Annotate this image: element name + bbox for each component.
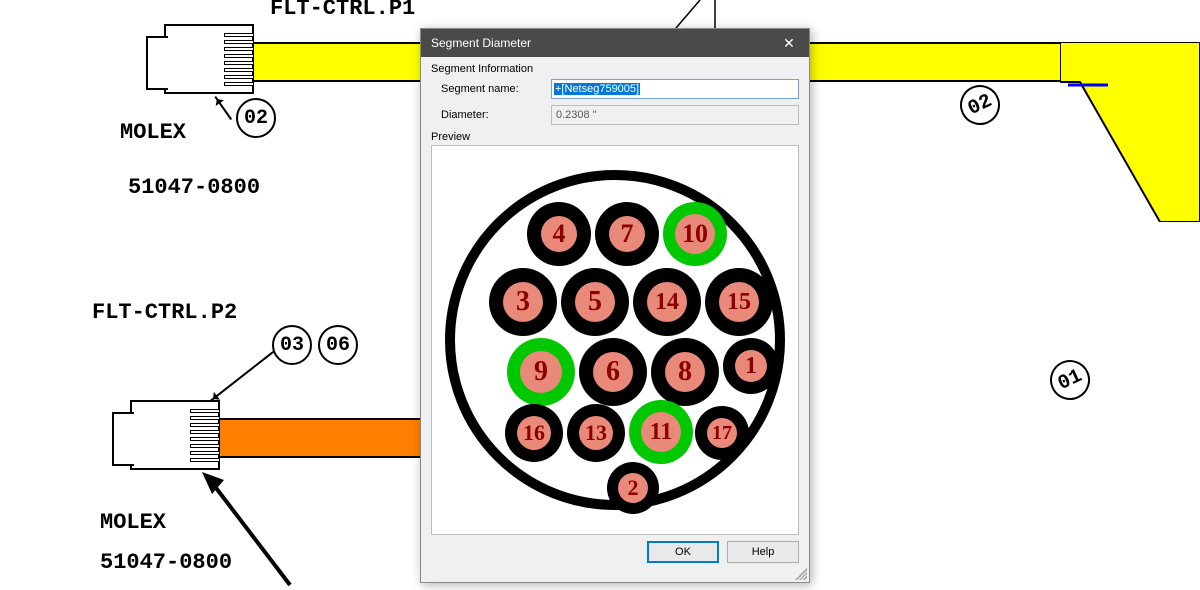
leader — [210, 351, 274, 402]
wire-core-3: 3 — [489, 268, 557, 336]
wire-core-label: 11 — [641, 412, 681, 452]
wire-core-label: 14 — [647, 282, 687, 322]
wire-core-15: 15 — [705, 268, 773, 336]
segment-name-input[interactable]: +[Netseg759005] — [551, 79, 799, 99]
balloon-03: 03 — [272, 325, 312, 365]
wire-core-10: 10 — [663, 202, 727, 266]
balloon-02-a: 02 — [236, 98, 276, 138]
segment-diameter-dialog: Segment Diameter ✕ Segment Information S… — [420, 28, 810, 583]
wire-core-label: 9 — [520, 351, 562, 393]
wire-core-9: 9 — [507, 338, 575, 406]
bundle-ring: 47 10 35 14 15 9681 16 13 11 17 2 — [445, 170, 785, 510]
arrow-annotation — [200, 470, 300, 590]
resize-grip-icon[interactable] — [795, 568, 807, 580]
segment-info-label: Segment Information — [431, 63, 799, 75]
wire-core-label: 3 — [503, 282, 543, 322]
connector-p1-mfr: MOLEX — [120, 120, 186, 145]
ok-button[interactable]: OK — [647, 541, 719, 563]
connector-p2 — [130, 400, 220, 470]
wire-core-16: 16 — [505, 404, 563, 462]
segment-name-label: Segment name: — [441, 83, 551, 95]
wire-core-label: 16 — [517, 416, 551, 450]
wire-core-label: 8 — [665, 352, 705, 392]
preview-area: 47 10 35 14 15 9681 16 13 11 17 2 — [431, 145, 799, 535]
connector-p1-pn: 51047-0800 — [128, 175, 260, 200]
leader — [214, 96, 232, 120]
wire-core-1: 1 — [723, 338, 779, 394]
wire-core-label: 10 — [675, 214, 715, 254]
help-button[interactable]: Help — [727, 541, 799, 563]
wire-core-label: 15 — [719, 282, 759, 322]
wire-core-2: 2 — [607, 462, 659, 514]
wire-core-13: 13 — [567, 404, 625, 462]
diameter-input — [551, 105, 799, 125]
dialog-title: Segment Diameter — [431, 36, 779, 50]
diameter-label: Diameter: — [441, 109, 551, 121]
wire-core-4: 4 — [527, 202, 591, 266]
connector-p2-ref: FLT-CTRL.P2 — [92, 300, 237, 325]
wire-core-label: 1 — [735, 350, 767, 382]
wire-branch — [1060, 42, 1200, 222]
wire-core-label: 7 — [609, 216, 645, 252]
balloon-02-b: 02 — [953, 78, 1006, 131]
wire-core-14: 14 — [633, 268, 701, 336]
wire-core-label: 4 — [541, 216, 577, 252]
wire-core-label: 17 — [707, 418, 737, 448]
wire-core-6: 6 — [579, 338, 647, 406]
balloon-01: 01 — [1043, 353, 1096, 406]
wire-core-5: 5 — [561, 268, 629, 336]
wire-core-17: 17 — [695, 406, 749, 460]
wire-core-11: 11 — [629, 400, 693, 464]
connector-p2-mfr: MOLEX — [100, 510, 166, 535]
wire-core-8: 8 — [651, 338, 719, 406]
wire-core-label: 2 — [618, 473, 648, 503]
connector-p1 — [164, 24, 254, 94]
close-icon[interactable]: ✕ — [779, 35, 799, 52]
segment-name-value: +[Netseg759005] — [554, 83, 640, 95]
wire-core-7: 7 — [595, 202, 659, 266]
wire-core-label: 5 — [575, 282, 615, 322]
wire-core-label: 6 — [593, 352, 633, 392]
dialog-titlebar[interactable]: Segment Diameter ✕ — [421, 29, 809, 57]
wire-core-label: 13 — [579, 416, 613, 450]
preview-label: Preview — [431, 131, 799, 143]
balloon-06: 06 — [318, 325, 358, 365]
connector-p1-ref: FLT-CTRL.P1 — [270, 0, 415, 21]
